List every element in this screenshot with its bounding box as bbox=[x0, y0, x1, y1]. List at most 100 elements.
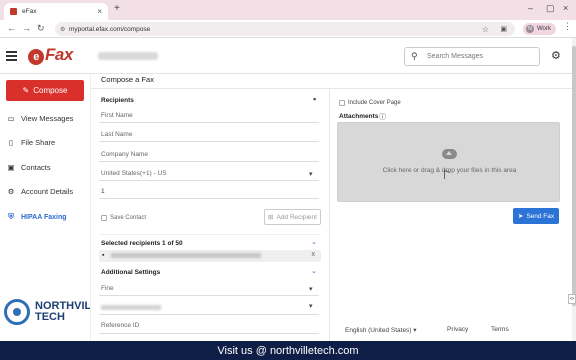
avatar: N bbox=[526, 25, 534, 33]
section-divider bbox=[99, 234, 319, 235]
search-placeholder: Search Messages bbox=[427, 53, 484, 60]
last-name-field[interactable]: Last Name bbox=[101, 131, 132, 138]
save-contact-checkbox[interactable] bbox=[101, 215, 107, 221]
recipient-redacted bbox=[111, 253, 261, 258]
url-field[interactable]: ⚙ myportal.efax.com/compose ☆ ▣ bbox=[55, 22, 515, 36]
site-info-icon[interactable]: ⚙ bbox=[60, 26, 65, 33]
add-recipient-button[interactable]: ⊞ Add Recipient bbox=[264, 209, 321, 225]
settings-gear-icon[interactable]: ⚙ bbox=[551, 49, 561, 62]
new-tab-icon[interactable]: + bbox=[114, 3, 120, 14]
field-underline bbox=[99, 333, 319, 334]
sidebar-item-label: Contacts bbox=[21, 163, 51, 172]
sidebar-item-contacts[interactable]: ▣ Contacts bbox=[7, 163, 51, 172]
chevron-down-icon[interactable]: ▾ bbox=[309, 285, 313, 293]
tab-title: eFax bbox=[22, 8, 37, 15]
chevron-down-icon[interactable]: ⌄ bbox=[311, 267, 317, 275]
field-underline bbox=[99, 161, 319, 162]
sidepanel-icon[interactable]: ▣ bbox=[500, 25, 507, 33]
file-icon: ▯ bbox=[8, 138, 14, 147]
info-icon[interactable]: ⓘ bbox=[379, 112, 386, 122]
shield-icon: ⛨ bbox=[8, 212, 14, 221]
close-window-icon[interactable]: × bbox=[563, 3, 568, 13]
save-contact-label: Save Contact bbox=[110, 215, 147, 221]
recipients-panel: Recipients ▪ First Name Last Name Compan… bbox=[99, 92, 325, 344]
browser-menu-icon[interactable]: ⋮ bbox=[563, 21, 572, 32]
promo-banner: Visit us @ northvilletech.com bbox=[0, 341, 576, 360]
profile-button[interactable]: N Work bbox=[523, 23, 556, 35]
include-cover-checkbox[interactable] bbox=[339, 100, 345, 106]
bookmark-star-icon[interactable]: ☆ bbox=[482, 25, 489, 34]
browser-tab[interactable]: eFax × bbox=[4, 3, 108, 20]
back-icon[interactable]: ← bbox=[7, 23, 16, 33]
cloud-upload-icon bbox=[442, 149, 457, 159]
include-cover-label: Include Cover Page bbox=[348, 100, 401, 106]
recipient-chip: ▪ x bbox=[99, 250, 321, 262]
contacts-icon: ▣ bbox=[7, 163, 15, 172]
field-underline bbox=[99, 122, 319, 123]
inbox-icon: ▭ bbox=[7, 114, 15, 123]
gear-icon: ⚙ bbox=[7, 187, 15, 196]
terms-link[interactable]: Terms bbox=[491, 326, 509, 333]
browser-titlebar: eFax × + – ▢ × bbox=[0, 0, 576, 20]
chevron-down-icon[interactable]: ⌄ bbox=[311, 238, 317, 246]
field-underline bbox=[99, 314, 319, 315]
redacted-select[interactable] bbox=[101, 305, 161, 310]
reload-icon[interactable]: ↻ bbox=[37, 23, 45, 34]
sidebar-item-file-share[interactable]: ▯ File Share bbox=[7, 138, 55, 147]
sidebar-item-view-messages[interactable]: ▭ View Messages bbox=[7, 114, 73, 123]
sidebar-item-label: HIPAA Faxing bbox=[21, 213, 67, 221]
field-underline bbox=[99, 295, 319, 296]
sidebar-item-hipaa-faxing[interactable]: ⛨ HIPAA Faxing bbox=[7, 212, 67, 222]
url-text: myportal.efax.com/compose bbox=[69, 25, 151, 33]
company-name-field[interactable]: Company Name bbox=[101, 151, 148, 158]
address-book-icon[interactable]: ▪ bbox=[313, 94, 316, 104]
scrollbar-thumb[interactable] bbox=[572, 46, 576, 306]
selected-recipients-label: Selected recipients 1 of 50 bbox=[101, 240, 183, 247]
banner-text: Visit us @ northvilletech.com bbox=[217, 344, 359, 357]
sidebar-item-label: Account Details bbox=[21, 187, 74, 196]
search-input[interactable]: ⚲ Search Messages bbox=[404, 47, 540, 66]
reference-id-field[interactable]: Reference ID bbox=[101, 322, 139, 329]
account-number-redacted bbox=[98, 52, 158, 60]
efax-logo[interactable]: e Fax bbox=[28, 45, 73, 65]
attachments-panel: Include Cover Page Attachments ⓘ Click h… bbox=[337, 92, 569, 344]
send-icon: ➤ bbox=[517, 213, 524, 220]
file-dropzone[interactable]: Click here or drag & drop your files in … bbox=[337, 122, 560, 202]
first-name-field[interactable]: First Name bbox=[101, 112, 133, 119]
language-select[interactable]: English (United States) ▾ bbox=[345, 326, 417, 334]
sidebar-item-label: File Share bbox=[21, 138, 56, 147]
profile-label: Work bbox=[537, 26, 551, 32]
compose-button[interactable]: ✎ Compose bbox=[6, 80, 84, 101]
compose-pencil-icon: ✎ bbox=[22, 86, 30, 95]
field-underline bbox=[99, 180, 319, 181]
compose-label: Compose bbox=[33, 86, 68, 95]
field-underline bbox=[99, 198, 319, 199]
chevron-down-icon[interactable]: ▾ bbox=[309, 302, 313, 310]
sidebar-item-account-details[interactable]: ⚙ Account Details bbox=[7, 187, 73, 196]
compose-main: Compose a Fax Recipients ▪ First Name La… bbox=[90, 74, 573, 344]
field-underline bbox=[99, 141, 319, 142]
search-icon: ⚲ bbox=[411, 51, 418, 61]
minimize-icon[interactable]: – bbox=[528, 3, 533, 13]
resolution-select[interactable]: Fine bbox=[101, 285, 114, 292]
gear-wrench-logo-icon bbox=[4, 299, 30, 325]
close-tab-icon[interactable]: × bbox=[97, 7, 102, 16]
remove-recipient-icon[interactable]: x bbox=[312, 251, 316, 258]
send-fax-button[interactable]: ➤ Send Fax bbox=[513, 208, 559, 224]
country-select[interactable]: United States(+1) - US bbox=[101, 170, 167, 177]
page-title: Compose a Fax bbox=[101, 75, 154, 84]
recipients-heading: Recipients bbox=[101, 97, 134, 104]
maximize-icon[interactable]: ▢ bbox=[546, 3, 555, 14]
side-panel-toggle-icon[interactable]: ‹› bbox=[568, 294, 576, 304]
hamburger-menu-icon[interactable] bbox=[6, 51, 17, 63]
title-divider bbox=[91, 88, 573, 89]
add-recipient-label: Add Recipient bbox=[276, 213, 317, 221]
fax-number-field[interactable]: 1 bbox=[101, 188, 105, 195]
forward-icon[interactable]: → bbox=[22, 23, 31, 33]
contact-card-icon: ▪ bbox=[102, 252, 105, 259]
chevron-down-icon[interactable]: ▾ bbox=[309, 170, 313, 178]
language-label: English (United States) bbox=[345, 327, 412, 334]
mouse-cursor bbox=[444, 169, 450, 182]
privacy-link[interactable]: Privacy bbox=[447, 326, 468, 333]
sidebar-item-label: View Messages bbox=[21, 114, 74, 123]
